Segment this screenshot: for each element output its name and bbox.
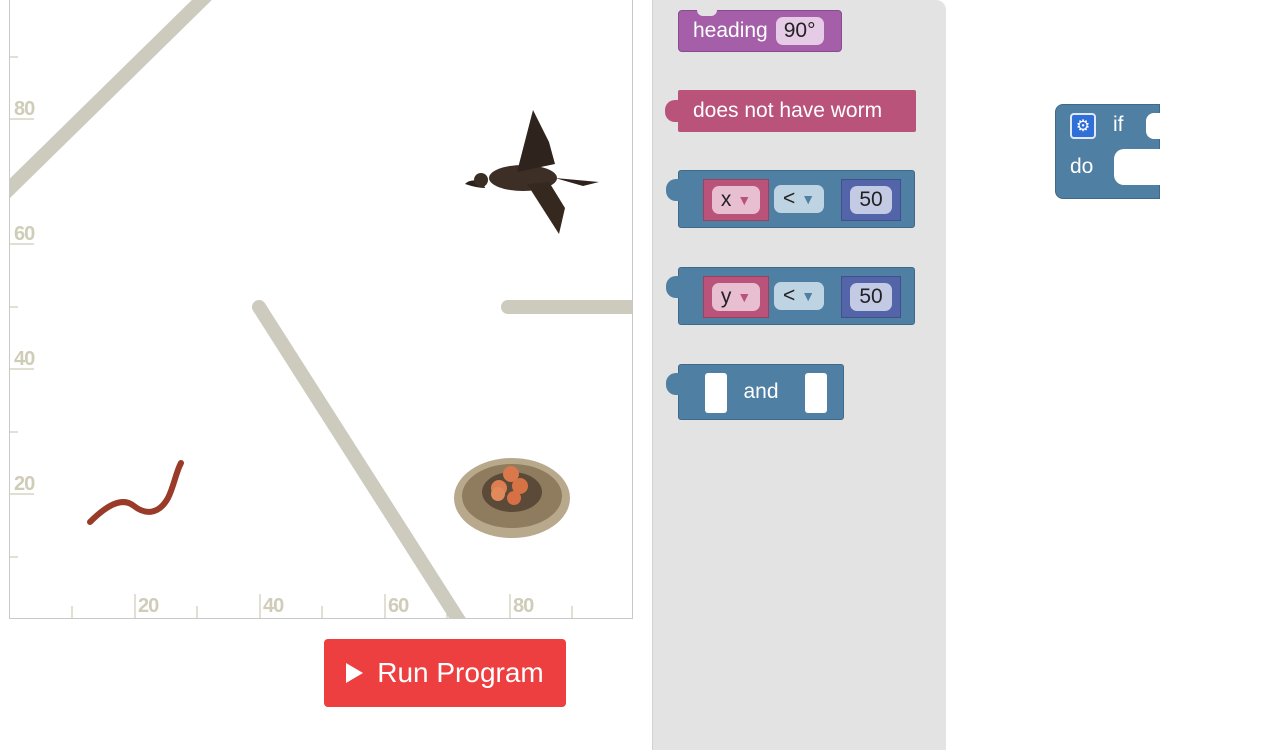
variable-name: x <box>720 188 732 211</box>
variable-dropdown[interactable]: y ▼ <box>712 283 760 311</box>
and-right-input[interactable] <box>805 373 827 413</box>
and-left-input[interactable] <box>705 373 727 413</box>
gear-icon[interactable]: ⚙ <box>1070 113 1096 139</box>
run-program-label: Run Program <box>377 657 544 688</box>
heading-value-field[interactable]: 90° <box>775 17 824 45</box>
do-statement-slot[interactable] <box>1114 149 1162 185</box>
stage-canvas: 80 60 40 20 20 40 60 80 <box>9 0 633 619</box>
variable-x-block[interactable]: x ▼ <box>703 179 769 221</box>
operator-symbol: < <box>782 284 796 307</box>
y-tick-label: 20 <box>14 473 35 495</box>
and-block[interactable]: and <box>666 364 844 420</box>
y-tick-label: 40 <box>14 348 35 370</box>
does-not-have-worm-block[interactable]: does not have worm <box>665 90 916 132</box>
if-label: if <box>1113 113 1124 136</box>
number-field[interactable]: 50 <box>850 186 892 214</box>
y-tick-label: 80 <box>14 98 35 120</box>
bird-sprite <box>465 110 599 234</box>
x-tick-label: 40 <box>263 595 284 617</box>
if-condition-input[interactable] <box>1146 113 1160 139</box>
if-do-block[interactable]: ⚙ if do <box>1055 104 1162 199</box>
and-block-label: and <box>743 380 779 403</box>
operator-dropdown[interactable]: < ▼ <box>774 185 824 213</box>
operator-symbol: < <box>782 187 796 210</box>
play-icon <box>346 663 364 683</box>
number-block[interactable]: 50 <box>841 179 901 221</box>
number-field[interactable]: 50 <box>850 283 892 311</box>
worm-block-label: does not have worm <box>693 99 883 122</box>
compare-x-block[interactable]: x ▼ < ▼ 50 <box>666 170 915 228</box>
do-label: do <box>1070 155 1094 178</box>
heading-block[interactable]: heading 90° <box>678 10 842 52</box>
y-tick-label: 60 <box>14 223 35 245</box>
compare-y-block[interactable]: y ▼ < ▼ 50 <box>666 267 915 325</box>
dropdown-arrow-icon: ▼ <box>737 192 752 208</box>
x-tick-label: 20 <box>138 595 159 617</box>
variable-y-block[interactable]: y ▼ <box>703 276 769 318</box>
x-tick-label: 80 <box>513 595 534 617</box>
variable-name: y <box>720 285 732 308</box>
nest-sprite <box>454 458 570 538</box>
variable-dropdown[interactable]: x ▼ <box>712 186 760 214</box>
operator-dropdown[interactable]: < ▼ <box>774 282 824 310</box>
dropdown-arrow-icon: ▼ <box>801 288 816 304</box>
heading-block-label: heading <box>693 19 768 42</box>
number-block[interactable]: 50 <box>841 276 901 318</box>
x-tick-label: 60 <box>388 595 409 617</box>
dropdown-arrow-icon: ▼ <box>737 289 752 305</box>
worm-sprite <box>87 460 184 525</box>
dropdown-arrow-icon: ▼ <box>801 191 816 207</box>
run-program-button[interactable]: Run Program <box>324 639 566 707</box>
